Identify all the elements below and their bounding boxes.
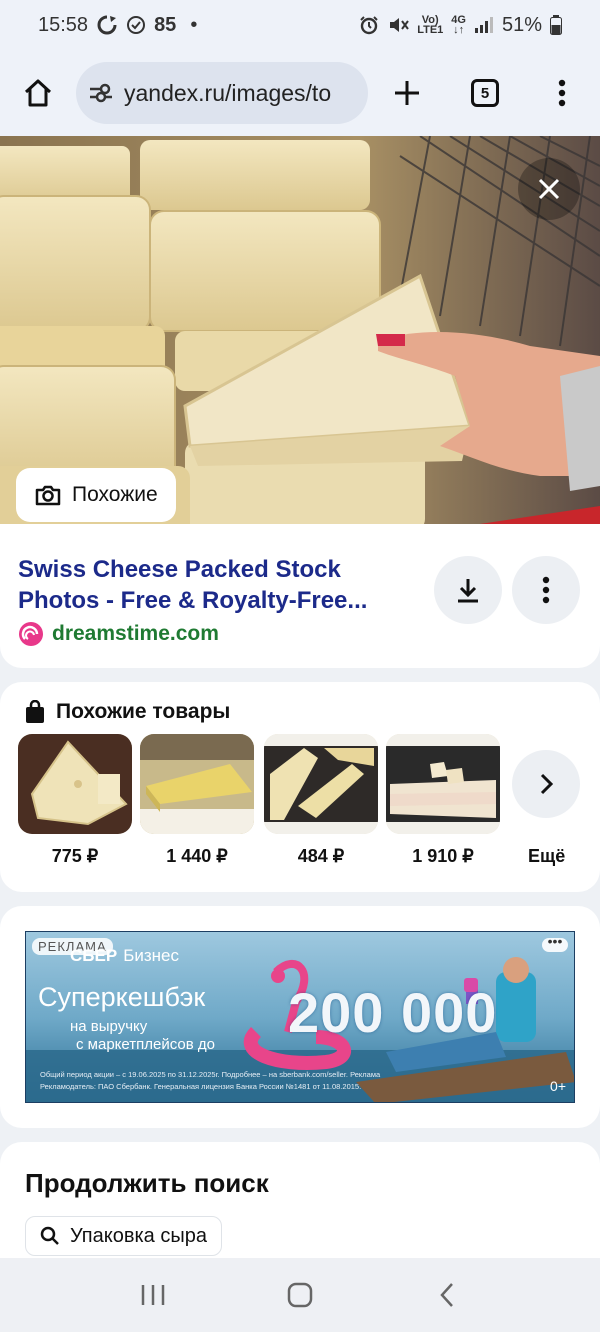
ad-subline-1: на выручку <box>70 1018 148 1035</box>
product-thumbnail <box>140 734 254 834</box>
search-icon <box>40 1226 59 1245</box>
result-title[interactable]: Swiss Cheese Packed Stock Photos - Free … <box>18 554 398 616</box>
product-price: 1 440 ₽ <box>166 846 228 866</box>
result-more-button[interactable] <box>512 556 580 624</box>
continue-search-heading: Продолжить поиск <box>25 1168 269 1198</box>
products-heading-text: Похожие товары <box>56 700 231 723</box>
product-item[interactable]: 484 ₽ <box>264 734 378 867</box>
signal-icon <box>474 17 493 33</box>
products-heading: Похожие товары <box>24 700 230 724</box>
product-thumbnail <box>264 734 378 834</box>
home-nav-button[interactable] <box>270 1265 330 1325</box>
camera-search-icon <box>35 485 61 506</box>
ad-brand-suffix: Бизнес <box>123 946 179 965</box>
product-thumbnail <box>386 734 500 834</box>
battery-percent: 51% <box>501 13 542 36</box>
product-item[interactable]: 775 ₽ <box>18 734 132 867</box>
recent-apps-button[interactable] <box>123 1265 183 1325</box>
mute-icon <box>390 18 410 32</box>
source-link[interactable]: dreamstime.com <box>18 621 219 647</box>
product-item[interactable]: 1 910 ₽ <box>386 734 500 867</box>
notification-count: 85 <box>154 13 177 36</box>
product-price: 775 ₽ <box>51 846 99 866</box>
product-item[interactable]: 1 440 ₽ <box>140 734 254 867</box>
search-suggestion-chip[interactable]: Упаковка сыра <box>25 1216 222 1256</box>
product-price: 1 910 ₽ <box>412 846 474 866</box>
more-vertical-icon <box>542 576 550 604</box>
home-button[interactable] <box>0 50 76 136</box>
download-button[interactable] <box>434 556 502 624</box>
ad-brand-name: СБЕР <box>70 946 118 965</box>
similar-images-button[interactable]: Похожие <box>16 468 176 522</box>
more-vertical-icon <box>558 79 566 107</box>
network-arrows: ↓↑ <box>453 24 465 36</box>
product-thumbnail <box>18 734 132 834</box>
tabs-button[interactable]: 5 <box>446 50 524 136</box>
ad-headline: Суперкешбэк <box>38 982 206 1012</box>
volte-bottom: LTE1 <box>417 24 444 36</box>
ad-amount: 200 000 <box>288 981 498 1044</box>
status-dot: • <box>190 13 198 36</box>
ad-banner[interactable]: РЕКЛАМА ••• СБЕР Бизнес Суперкешбэк на вы… <box>25 931 575 1103</box>
similar-images-label: Похожие <box>72 483 158 506</box>
ad-fine-print-2: Рекламодатель: ПАО Сбербанк. Генеральная… <box>40 1082 362 1091</box>
chevron-right-icon <box>540 773 554 795</box>
ad-fine-print-1: Общий период акции – с 19.06.2025 по 31.… <box>40 1070 381 1079</box>
status-bar: 15:58 85 • Vo) LTE1 4G ↓↑ 51% <box>0 0 600 50</box>
home-nav-icon <box>287 1282 313 1308</box>
result-info-card: Swiss Cheese Packed Stock Photos - Free … <box>0 524 600 668</box>
browser-menu-button[interactable] <box>524 50 600 136</box>
more-products-button[interactable] <box>512 750 580 818</box>
plus-icon <box>395 81 419 105</box>
download-icon <box>458 579 478 603</box>
system-navigation-bar <box>0 1258 600 1332</box>
check-circle-icon <box>127 16 146 34</box>
tabs-icon: 5 <box>471 79 499 107</box>
shopping-bag-icon <box>26 700 44 723</box>
ad-brand: СБЕР Бизнес <box>70 946 179 966</box>
product-price: 484 ₽ <box>297 846 345 866</box>
address-bar[interactable]: yandex.ru/images/to <box>76 62 368 124</box>
browser-toolbar: yandex.ru/images/to 5 <box>0 50 600 136</box>
ad-card: РЕКЛАМА ••• СБЕР Бизнес Суперкешбэк на вы… <box>0 906 600 1128</box>
source-domain: dreamstime.com <box>52 622 219 645</box>
battery-icon <box>550 15 562 35</box>
alarm-icon <box>360 16 378 35</box>
age-rating: 0+ <box>550 1078 566 1094</box>
url-text: yandex.ru/images/to <box>124 79 332 106</box>
close-icon <box>538 178 560 200</box>
back-button[interactable] <box>417 1265 477 1325</box>
image-viewer[interactable]: Похожие <box>0 136 600 536</box>
sync-icon <box>97 15 117 35</box>
site-settings-icon[interactable] <box>88 81 114 105</box>
back-icon <box>439 1283 453 1307</box>
recent-apps-icon <box>142 1285 165 1305</box>
new-tab-button[interactable] <box>368 50 446 136</box>
status-time: 15:58 <box>38 13 89 36</box>
more-products-label[interactable]: Ещё <box>528 846 565 867</box>
network-indicator: 4G ↓↑ <box>451 15 466 36</box>
ad-subline-2: с маркетплейсов до <box>76 1036 215 1053</box>
search-suggestion-text: Упаковка сыра <box>70 1224 207 1247</box>
dreamstime-logo-icon <box>19 622 43 646</box>
similar-products-card: Похожие товары 775 ₽ 1 440 ₽ 484 ₽ 1 910… <box>0 682 600 892</box>
close-button[interactable] <box>518 158 580 220</box>
ad-options-button[interactable]: ••• <box>542 934 568 952</box>
home-icon <box>24 79 52 107</box>
volte-indicator: Vo) LTE1 <box>417 15 444 36</box>
